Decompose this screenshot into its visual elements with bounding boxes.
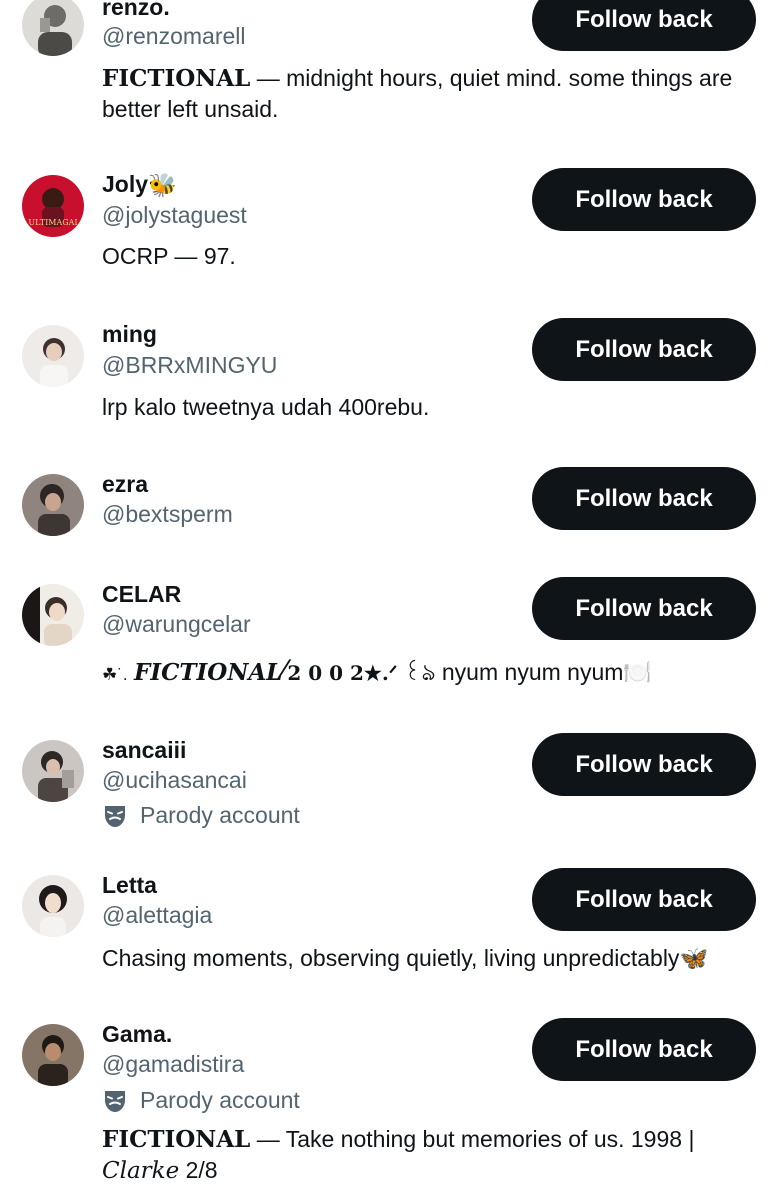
bio-text: — Take nothing but memories of us. 1998 … <box>250 1126 695 1152</box>
display-name[interactable]: sancaiii <box>102 737 186 764</box>
display-name[interactable]: CELAR <box>102 581 181 608</box>
handle[interactable]: @bextsperm <box>102 501 233 528</box>
bio-prefix: FICTIONAL <box>102 1126 251 1153</box>
handle[interactable]: @BRRxMINGYU <box>102 352 277 379</box>
parody-account-label: Parody account <box>102 802 300 829</box>
bio-text: Chasing moments, observing quietly, livi… <box>102 945 680 971</box>
plate-emoji-icon: 🍽️ <box>623 659 653 685</box>
bio-lead: ☘˙. <box>102 665 128 684</box>
follow-back-button[interactable]: Follow back <box>532 0 756 51</box>
bio-year: 2 0 0 2★.ᐟ <box>287 661 398 685</box>
display-name[interactable]: renzo. <box>102 0 170 21</box>
display-name-text: Joly <box>102 171 149 197</box>
follow-back-button[interactable]: Follow back <box>532 318 756 381</box>
avatar[interactable] <box>22 1024 84 1086</box>
bee-emoji-icon: 🐝 <box>148 172 177 199</box>
bio-italic: Clarke <box>102 1158 180 1184</box>
avatar-image <box>22 740 84 802</box>
follow-back-button[interactable]: Follow back <box>532 1018 756 1081</box>
avatar-image <box>22 325 84 387</box>
bio-tail: 2/8 <box>179 1157 218 1183</box>
display-name[interactable]: Gama. <box>102 1021 172 1048</box>
avatar-image <box>22 0 84 56</box>
parody-account-label: Parody account <box>102 1087 300 1114</box>
follow-back-button[interactable]: Follow back <box>532 467 756 530</box>
bio-text: OCRP — 97. <box>102 243 236 269</box>
follow-back-button[interactable]: Follow back <box>532 868 756 931</box>
handle[interactable]: @gamadistira <box>102 1051 244 1078</box>
display-name[interactable]: ezra <box>102 471 148 498</box>
parody-label-text: Parody account <box>140 802 300 828</box>
display-name[interactable]: Letta <box>102 872 157 899</box>
handle[interactable]: @jolystaguest <box>102 202 247 229</box>
bio-text: lrp kalo tweetnya udah 400rebu. <box>102 394 430 420</box>
avatar-image <box>22 875 84 937</box>
handle[interactable]: @alettagia <box>102 902 212 929</box>
display-name[interactable]: ming <box>102 321 157 348</box>
bio-prefix: FICTIONAL <box>102 65 251 92</box>
bio-styled: FICTIONAL <box>134 659 283 686</box>
avatar[interactable] <box>22 584 84 646</box>
avatar[interactable] <box>22 474 84 536</box>
follow-back-button[interactable]: Follow back <box>532 577 756 640</box>
bio: lrp kalo tweetnya udah 400rebu. <box>102 392 762 423</box>
parody-mask-icon <box>105 1090 125 1112</box>
bio-text: ꒰ঌ nyum nyum nyum <box>397 659 624 685</box>
avatar[interactable] <box>22 0 84 56</box>
avatar-image <box>22 474 84 536</box>
avatar-caption: ULTIMAGAI <box>28 218 77 227</box>
avatar-image <box>22 584 84 646</box>
avatar-image <box>22 1024 84 1086</box>
avatar[interactable]: ULTIMAGAI <box>22 175 84 237</box>
bio: ☘˙. FICTIONAL∕2 0 0 2★.ᐟ ꒰ঌ nyum nyum ny… <box>102 655 762 690</box>
handle[interactable]: @warungcelar <box>102 611 251 638</box>
bio: FICTIONAL — Take nothing but memories of… <box>102 1124 762 1187</box>
bio: FICTIONAL — midnight hours, quiet mind. … <box>102 63 762 125</box>
follow-back-button[interactable]: Follow back <box>532 733 756 796</box>
handle[interactable]: @ucihasancai <box>102 767 247 794</box>
butterfly-emoji-icon: 🦋 <box>679 945 709 971</box>
display-name[interactable]: Joly🐝 <box>102 171 177 199</box>
bio: Chasing moments, observing quietly, livi… <box>102 943 762 974</box>
avatar[interactable] <box>22 875 84 937</box>
follow-back-button[interactable]: Follow back <box>532 168 756 231</box>
avatar[interactable] <box>22 740 84 802</box>
bio: OCRP — 97. <box>102 241 762 272</box>
parody-label-text: Parody account <box>140 1087 300 1113</box>
avatar-image: ULTIMAGAI <box>22 175 84 237</box>
avatar[interactable] <box>22 325 84 387</box>
handle[interactable]: @renzomarell <box>102 23 246 50</box>
parody-mask-icon <box>105 805 125 827</box>
